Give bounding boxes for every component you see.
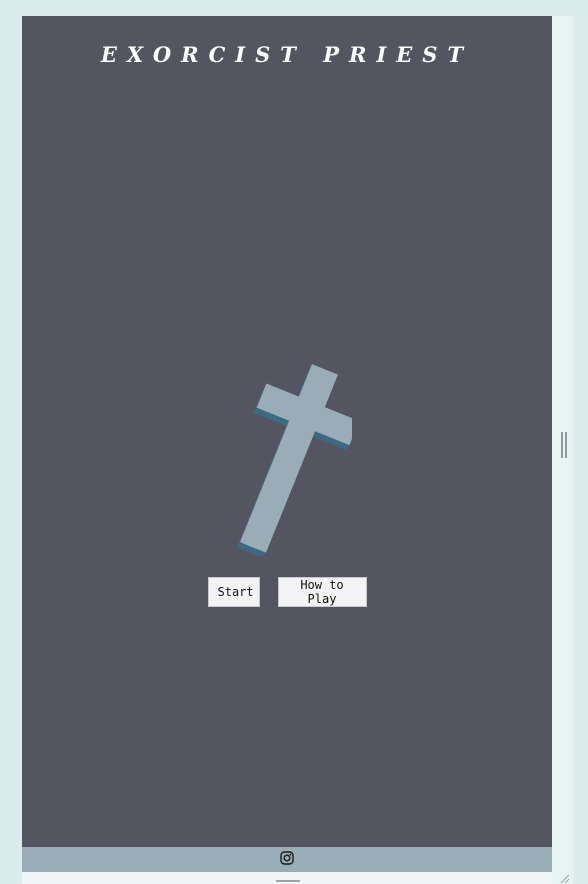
drag-handle[interactable] [276,880,300,882]
bottom-panel [22,872,552,884]
how-to-play-button[interactable]: How to Play [277,577,367,607]
game-title: Exorcist Priest [100,42,474,67]
app-frame: Exorcist Priest Start How to Play [0,0,588,884]
cross-icon [236,364,360,558]
menu-buttons: Start How to Play [22,577,552,607]
game-screen[interactable]: Exorcist Priest Start How to Play [22,16,552,847]
pane-splitter[interactable] [561,432,567,458]
resize-grip-icon[interactable] [560,874,570,884]
instagram-icon[interactable] [280,850,294,869]
footer-bar [22,847,552,872]
start-button[interactable]: Start [207,577,260,607]
cross-graphic [222,336,360,558]
